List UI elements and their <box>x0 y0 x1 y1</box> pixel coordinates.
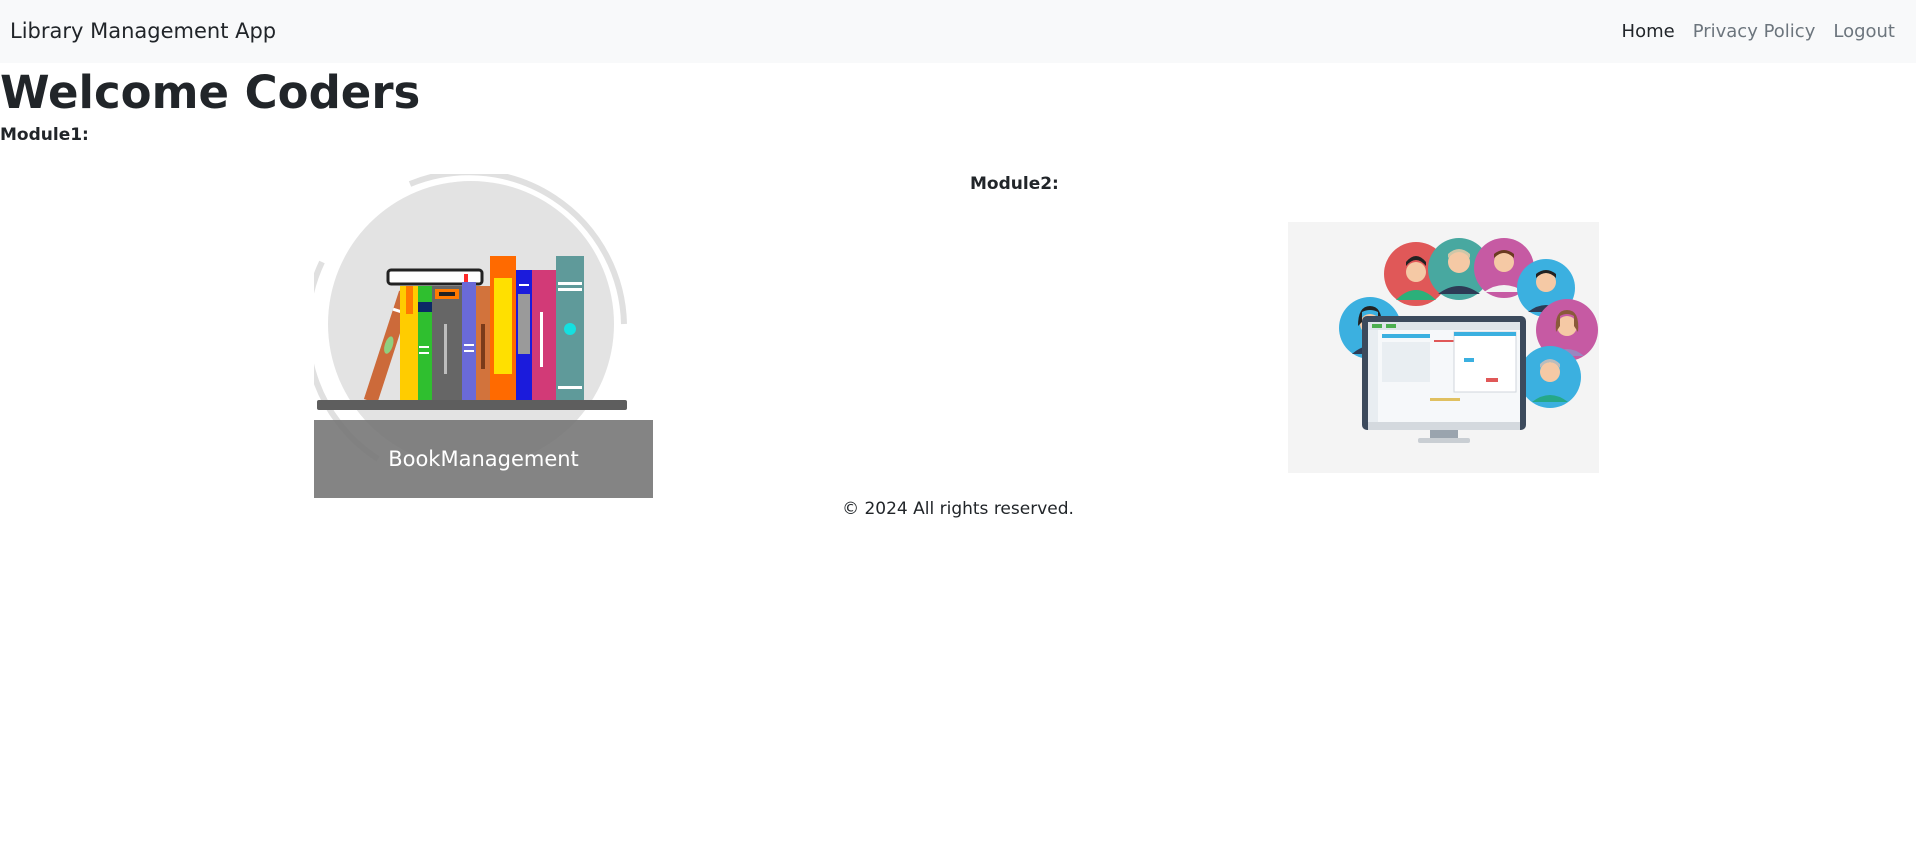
nav-logout-link[interactable]: Logout <box>1833 21 1895 42</box>
app-brand-link[interactable]: Library Management App <box>10 19 276 43</box>
nav-home-link[interactable]: Home <box>1622 21 1675 42</box>
people-computer-illustration-icon <box>1339 238 1598 443</box>
page-heading: Welcome Coders <box>0 66 421 119</box>
nav-privacy-policy-link[interactable]: Privacy Policy <box>1693 21 1816 42</box>
book-management-tile[interactable]: BookManagement <box>314 174 654 499</box>
module1-label: Module1: <box>0 125 89 145</box>
book-management-caption: BookManagement <box>314 420 653 498</box>
top-navbar: Library Management App Home Privacy Poli… <box>0 0 1916 63</box>
module2-tile[interactable] <box>1288 222 1599 473</box>
module2-label: Module2: <box>970 174 1059 194</box>
page-footer: © 2024 All rights reserved. <box>842 499 1074 519</box>
nav-links: Home Privacy Policy Logout <box>1622 21 1895 42</box>
